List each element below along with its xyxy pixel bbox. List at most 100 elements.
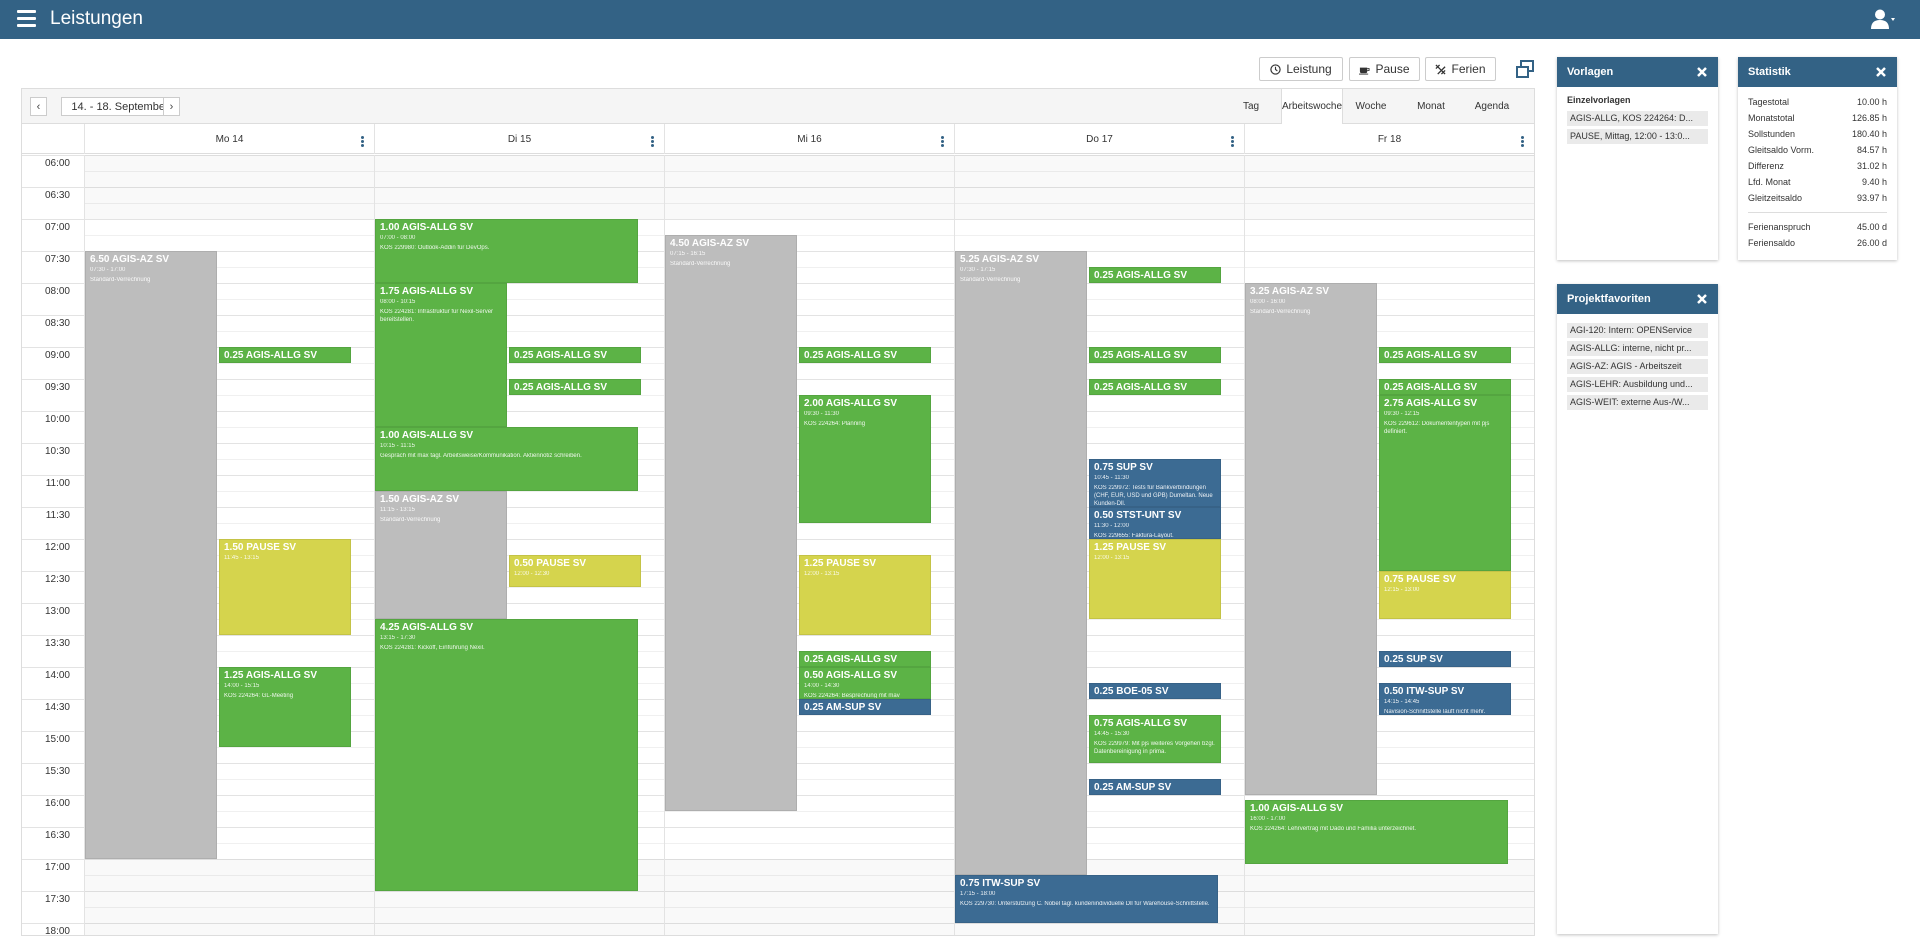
- next-week-button[interactable]: ›: [163, 97, 180, 116]
- calendar-event[interactable]: 0.25 AGIS-ALLG SV: [1089, 379, 1221, 395]
- calendar-event[interactable]: 0.25 BOE-05 SV: [1089, 683, 1221, 699]
- calendar-event[interactable]: 1.00 AGIS-ALLG SV 16:00 - 17:00 KOS 224264…: [1245, 800, 1508, 865]
- view-tab-agenda[interactable]: Agenda: [1465, 89, 1519, 123]
- vorlage-item[interactable]: PAUSE, Mittag, 12:00 - 13:0...: [1567, 129, 1708, 144]
- calendar-event[interactable]: 0.25 AGIS-ALLG SV: [799, 347, 931, 363]
- calendar-event[interactable]: 1.75 AGIS-ALLG SV 08:00 - 10:15 KOS 224281…: [375, 283, 507, 427]
- calendar-event[interactable]: 0.25 AGIS-ALLG SV: [1379, 347, 1511, 363]
- calendar-event[interactable]: 0.75 ITW-SUP SV 17:15 - 18:00 KOS 229730: …: [955, 875, 1218, 923]
- event-title: 0.25 AGIS-ALLG SV: [1384, 382, 1477, 393]
- projektfavorit-item[interactable]: AGIS-LEHR: Ausbildung und...: [1567, 377, 1708, 392]
- time-label: 07:00: [44, 222, 70, 233]
- event-title: 0.75 AGIS-ALLG SV: [1094, 718, 1187, 729]
- statistik-title: Statistik: [1748, 66, 1791, 78]
- leistung-button[interactable]: Leistung: [1259, 57, 1343, 81]
- time-label: 14:30: [44, 702, 70, 713]
- statistik-panel: Statistik Tagestotal 10.00 h Monatstotal 12…: [1738, 57, 1897, 260]
- calendar-event[interactable]: 4.50 AGIS-AZ SV 07:15 - 16:15 Standard-Ver…: [665, 235, 797, 811]
- calendar-event[interactable]: 2.00 AGIS-ALLG SV 09:30 - 11:30 KOS 224264…: [799, 395, 931, 523]
- more-vertical-icon[interactable]: [1521, 136, 1525, 148]
- event-description: KOS 224264: GL-Meeting: [224, 693, 294, 699]
- event-time: 14:15 - 14:45: [1384, 699, 1420, 705]
- stat-row: Monatstotal 126.85 h: [1738, 110, 1897, 126]
- ferien-button[interactable]: Ferien: [1425, 57, 1496, 81]
- projektfavorit-item[interactable]: AGIS-ALLG: interne, nicht pr...: [1567, 341, 1708, 356]
- event-time: 12:00 - 12:30: [514, 571, 550, 577]
- calendar-toolbar: ‹ 14. - 18. September › Tag Arbeitswoche W…: [22, 89, 1534, 124]
- view-tab-tag[interactable]: Tag: [1230, 89, 1272, 123]
- time-label: 17:00: [44, 862, 70, 873]
- close-icon[interactable]: [1696, 66, 1708, 78]
- vorlage-item[interactable]: AGIS-ALLG, KOS 224264: D...: [1567, 111, 1708, 126]
- view-tab-woche[interactable]: Woche: [1345, 89, 1397, 123]
- pause-label: Pause: [1375, 62, 1410, 76]
- calendar-event[interactable]: 0.50 STST-UNT SV 11:30 - 12:00 KOS 229655:…: [1089, 507, 1221, 539]
- more-vertical-icon[interactable]: [651, 136, 655, 148]
- more-vertical-icon[interactable]: [361, 136, 365, 148]
- user-icon[interactable]: [1870, 9, 1896, 29]
- event-title: 1.00 AGIS-ALLG SV: [380, 222, 473, 233]
- pause-button[interactable]: Pause: [1349, 57, 1420, 81]
- event-title: 0.25 AGIS-ALLG SV: [804, 350, 897, 361]
- close-icon[interactable]: [1875, 66, 1887, 78]
- menu-icon[interactable]: [17, 10, 36, 27]
- date-range-picker[interactable]: 14. - 18. September: [61, 97, 179, 116]
- calendar-event[interactable]: 0.50 ITW-SUP SV 14:15 - 14:45 Navision-Sch…: [1379, 683, 1511, 715]
- event-description: Navision-Schnittstelle läuft nicht mehr.: [1384, 709, 1486, 715]
- calendar-event[interactable]: 0.25 AM-SUP SV: [799, 699, 931, 715]
- calendar-event[interactable]: 1.25 PAUSE SV 12:00 - 13:15: [1089, 539, 1221, 619]
- calendar-event[interactable]: 0.25 AGIS-ALLG SV: [1089, 347, 1221, 363]
- event-time: 09:30 - 12:15: [1384, 411, 1420, 417]
- calendar-event[interactable]: 1.50 PAUSE SV 11:45 - 13:15: [219, 539, 351, 635]
- stat-row: Feriensaldo 26.00 d: [1738, 235, 1897, 251]
- event-title: 6.50 AGIS-AZ SV: [90, 254, 170, 265]
- event-time: 11:45 - 13:15: [224, 555, 259, 561]
- projektfavorit-item[interactable]: AGIS-AZ: AGIS - Arbeitszeit: [1567, 359, 1708, 374]
- event-title: 1.50 AGIS-AZ SV: [380, 494, 460, 505]
- calendar-event[interactable]: 0.50 AGIS-ALLG SV 14:00 - 14:30 KOS 224264…: [799, 667, 931, 699]
- event-description: KOS 229979: Mit pjs weiteres Vorgehen bz…: [1094, 741, 1215, 755]
- calendar-event[interactable]: 0.75 AGIS-ALLG SV 14:45 - 15:30 KOS 229979…: [1089, 715, 1221, 763]
- calendar-event[interactable]: 0.25 AGIS-ALLG SV: [509, 379, 641, 395]
- calendar-event[interactable]: 0.25 SUP SV: [1379, 651, 1511, 667]
- calendar-event[interactable]: 0.25 AGIS-ALLG SV: [1379, 379, 1511, 395]
- view-tab-arbeitswoche[interactable]: Arbeitswoche: [1281, 89, 1343, 124]
- calendar-event[interactable]: 5.25 AGIS-AZ SV 07:30 - 17:15 Standard-Ver…: [955, 251, 1087, 875]
- calendar-event[interactable]: 0.25 AGIS-ALLG SV: [509, 347, 641, 363]
- calendar-event[interactable]: 1.25 AGIS-ALLG SV 14:00 - 15:15 KOS 224264…: [219, 667, 351, 747]
- calendar-event[interactable]: 0.75 PAUSE SV 12:15 - 13:00: [1379, 571, 1511, 619]
- more-vertical-icon[interactable]: [1231, 136, 1235, 148]
- event-description: KOS 224281: Kickoff, Einführung Nexil.: [380, 645, 485, 651]
- projektfavorit-item[interactable]: AGIS-WEIT: externe Aus-/W...: [1567, 395, 1708, 410]
- event-title: 4.50 AGIS-AZ SV: [670, 238, 750, 249]
- view-tab-monat[interactable]: Monat: [1403, 89, 1459, 123]
- prev-week-button[interactable]: ‹: [30, 97, 47, 116]
- leistung-label: Leistung: [1286, 62, 1332, 76]
- calendar-event[interactable]: 1.00 AGIS-ALLG SV 10:15 - 11:15 Gespräch m…: [375, 427, 638, 491]
- calendar-event[interactable]: 0.25 AGIS-ALLG SV: [1089, 267, 1221, 283]
- projektfavorit-item[interactable]: AGI-120: Intern: OPENService: [1567, 323, 1708, 338]
- day-header: Mi 16: [664, 124, 954, 154]
- stat-label: Feriensaldo: [1748, 238, 1796, 248]
- event-title: 0.25 AM-SUP SV: [1094, 782, 1172, 793]
- calendar-event[interactable]: 0.25 AGIS-ALLG SV: [799, 651, 931, 667]
- more-vertical-icon[interactable]: [941, 136, 945, 148]
- calendar-event[interactable]: 1.00 AGIS-ALLG SV 07:00 - 08:00 KOS 229980…: [375, 219, 638, 283]
- calendar-event[interactable]: 0.25 AGIS-ALLG SV: [219, 347, 351, 363]
- calendar-event[interactable]: 3.25 AGIS-AZ SV 08:00 - 16:00 Standard-Ver…: [1245, 283, 1377, 795]
- event-title: 1.25 AGIS-ALLG SV: [224, 670, 317, 681]
- calendar-event[interactable]: 0.50 PAUSE SV 12:00 - 12:30: [509, 555, 641, 587]
- time-label: 06:00: [44, 158, 70, 169]
- calendar-event[interactable]: 6.50 AGIS-AZ SV 07:30 - 17:00 Standard-Ver…: [85, 251, 217, 859]
- calendar-event[interactable]: 1.25 PAUSE SV 12:00 - 13:15: [799, 555, 931, 635]
- coffee-icon: [1359, 67, 1371, 75]
- window-restore-icon[interactable]: [1516, 60, 1534, 78]
- day-header: Mo 14: [84, 124, 374, 154]
- calendar-event[interactable]: 4.25 AGIS-ALLG SV 13:15 - 17:30 KOS 224281…: [375, 619, 638, 891]
- calendar-event[interactable]: 0.25 AM-SUP SV: [1089, 779, 1221, 795]
- event-title: 4.25 AGIS-ALLG SV: [380, 622, 473, 633]
- calendar-event[interactable]: 2.75 AGIS-ALLG SV 09:30 - 12:15 KOS 229612…: [1379, 395, 1511, 571]
- calendar-event[interactable]: 0.75 SUP SV 10:45 - 11:30 KOS 229972: Test…: [1089, 459, 1221, 507]
- close-icon[interactable]: [1696, 293, 1708, 305]
- calendar-event[interactable]: 1.50 AGIS-AZ SV 11:15 - 13:15 Standard-Ver…: [375, 491, 507, 619]
